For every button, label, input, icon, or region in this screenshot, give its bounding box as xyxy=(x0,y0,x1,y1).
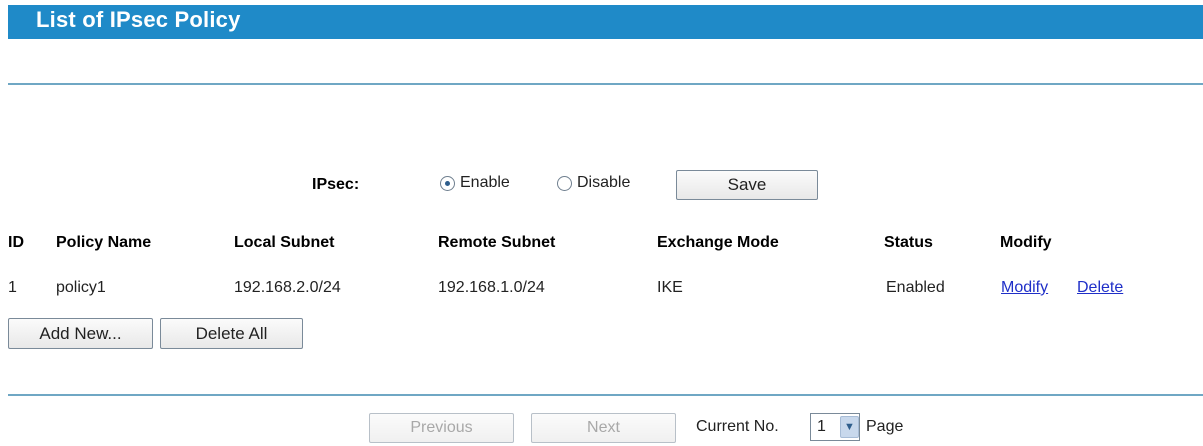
page-header: List of IPsec Policy xyxy=(8,5,1203,39)
header-status: Status xyxy=(884,234,933,251)
divider xyxy=(8,83,1203,85)
ipsec-enable-option[interactable]: Enable xyxy=(440,174,510,192)
ipsec-label: IPsec: xyxy=(312,176,360,193)
page-select[interactable]: 1 ▼ xyxy=(810,413,860,441)
divider xyxy=(8,394,1203,396)
cell-exchange-mode: IKE xyxy=(657,279,683,296)
header-policy-name: Policy Name xyxy=(56,234,152,251)
add-new-button[interactable]: Add New... xyxy=(8,318,153,349)
ipsec-disable-option[interactable]: Disable xyxy=(557,174,630,192)
cell-remote-subnet: 192.168.1.0/24 xyxy=(438,279,545,296)
header-exchange-mode: Exchange Mode xyxy=(657,234,779,251)
header-local-subnet: Local Subnet xyxy=(234,234,335,251)
header-modify: Modify xyxy=(1000,234,1052,251)
delete-all-button[interactable]: Delete All xyxy=(160,318,303,349)
enable-label: Enable xyxy=(460,174,510,191)
save-button[interactable]: Save xyxy=(676,170,818,200)
cell-local-subnet: 192.168.2.0/24 xyxy=(234,279,341,296)
cell-policy-name: policy1 xyxy=(56,279,106,296)
previous-button[interactable]: Previous xyxy=(369,413,514,443)
header-remote-subnet: Remote Subnet xyxy=(438,234,556,251)
modify-link[interactable]: Modify xyxy=(1001,279,1048,297)
header-id: ID xyxy=(8,234,24,251)
disable-radio[interactable] xyxy=(557,175,572,191)
next-button[interactable]: Next xyxy=(531,413,676,443)
page-select-value: 1 xyxy=(817,418,826,435)
page-title: List of IPsec Policy xyxy=(36,7,241,32)
page-label: Page xyxy=(866,418,904,435)
chevron-down-icon[interactable]: ▼ xyxy=(839,416,859,438)
delete-link[interactable]: Delete xyxy=(1077,279,1123,297)
cell-status: Enabled xyxy=(886,279,945,296)
enable-radio[interactable] xyxy=(440,175,455,191)
current-no-label: Current No. xyxy=(696,418,779,435)
cell-id: 1 xyxy=(8,279,17,296)
disable-label: Disable xyxy=(577,174,631,191)
